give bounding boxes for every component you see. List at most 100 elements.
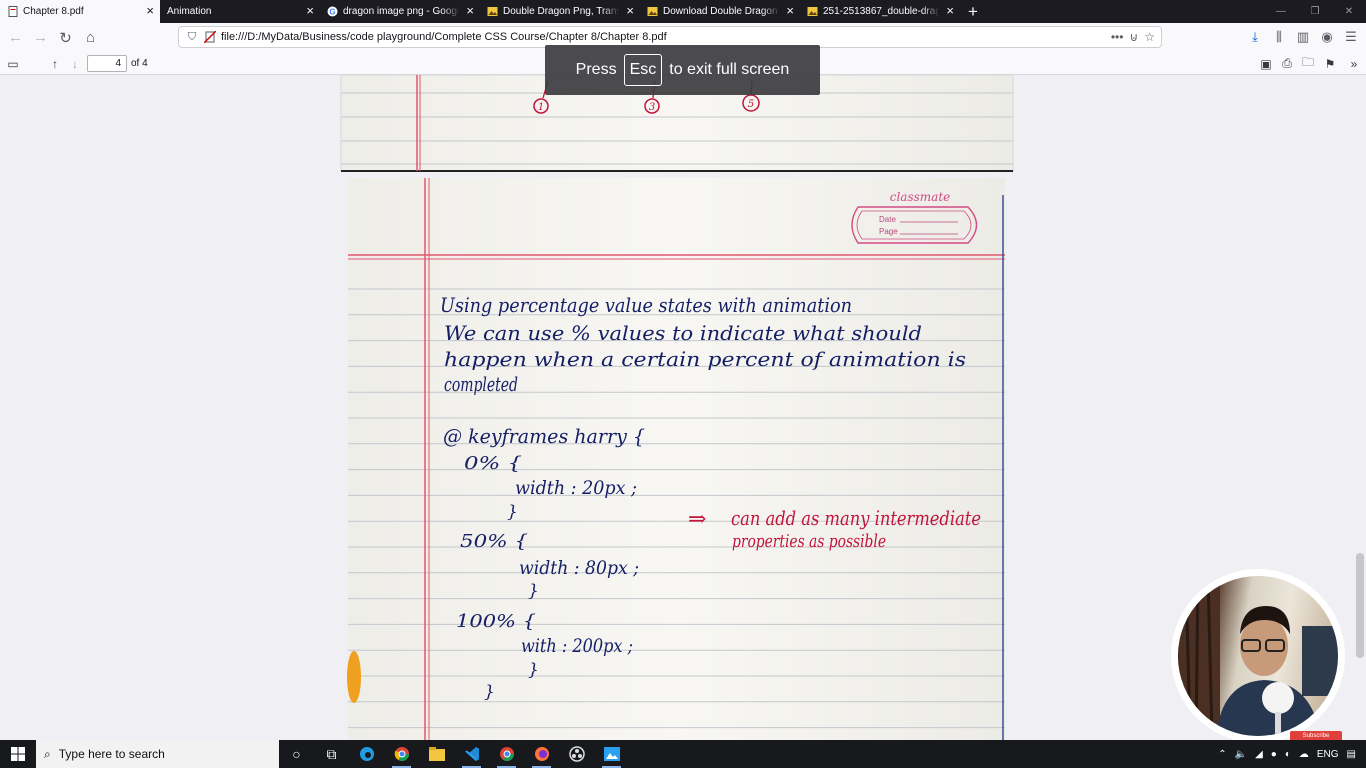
pdf-icon [7,6,18,17]
scrollbar-thumb[interactable] [1356,553,1364,658]
downloads-icon[interactable]: ⤓ [1244,26,1266,48]
close-window-icon[interactable]: ✕ [1332,0,1366,23]
minimize-icon[interactable]: — [1264,0,1298,23]
code-line: } [528,660,539,680]
close-tab-icon[interactable]: × [146,4,154,18]
toggle-sidebar-icon[interactable]: ▭ [4,55,22,72]
tab-dragon-image-google[interactable]: G dragon image png - Google Se × [320,0,480,23]
close-tab-icon[interactable]: × [786,4,794,18]
onedrive-icon[interactable]: ☁ [1295,749,1313,760]
restore-icon[interactable]: ❐ [1298,0,1332,23]
vscode-icon[interactable] [454,740,489,768]
language-indicator[interactable]: ENG [1313,749,1343,760]
tab-title: 251-2513867_double-dragon- [823,6,938,17]
tab-title: dragon image png - Google Se [343,6,458,17]
esc-key: Esc [623,54,663,86]
bookmark-star-icon[interactable]: ☆ [1144,30,1155,44]
close-tab-icon[interactable]: × [306,4,314,18]
shield-icon[interactable]: ⛉ [185,30,199,44]
svg-text:1: 1 [538,102,544,113]
search-placeholder: Type here to search [58,747,165,761]
window-controls: — ❐ ✕ [1264,0,1366,23]
webcam-overlay [1171,569,1345,743]
chrome-profile-icon[interactable] [489,740,524,768]
note-arrow: ⇒ [688,507,706,532]
pdf-viewer[interactable]: 1 3 5 classmate Date Page Using percenta… [0,75,1366,740]
presentation-mode-icon[interactable]: ▣ [1257,55,1275,72]
tab-animation[interactable]: Animation × [160,0,320,23]
pdf-pages: 1 3 5 classmate Date Page Using percenta… [340,75,1014,740]
url-text[interactable]: file:///D:/MyData/Business/code playgrou… [221,31,1111,43]
side-note-line: properties as possible [732,531,886,552]
taskbar-search-box[interactable]: ⌕ Type here to search [36,740,279,768]
svg-text:3: 3 [649,102,655,113]
microphone-icon[interactable]: ● [1267,749,1281,760]
edge-icon[interactable] [349,740,384,768]
side-note-line: can add as many intermediate [731,506,981,530]
chrome-icon[interactable] [384,740,419,768]
task-view-icon[interactable]: ⧉ [314,740,349,768]
wifi-icon[interactable]: ◢ [1251,749,1267,760]
tray-chevron-icon[interactable]: ⌃ [1214,749,1230,760]
fullscreen-notice: Press Esc to exit full screen [545,45,820,95]
reload-icon[interactable]: ↻ [54,26,77,49]
library-icon[interactable]: ⫼ [1268,26,1290,48]
firefox-icon[interactable] [524,740,559,768]
bookmark-icon[interactable]: ⚑ [1321,55,1339,72]
code-line: 100% { [456,611,536,632]
volume-icon[interactable]: 🔈 [1231,749,1251,760]
code-line: } [528,581,539,601]
page-number-input[interactable]: 4 [87,55,127,72]
code-line: 0% { [464,453,522,474]
new-tab-button[interactable]: + [960,0,986,23]
print-icon[interactable]: ⎙ [1278,55,1296,72]
close-tab-icon[interactable]: × [946,4,954,18]
page-count: of 4 [131,58,148,69]
tab-double-dragon-file[interactable]: 251-2513867_double-dragon- × [800,0,960,23]
next-page-icon[interactable]: ↓ [66,55,84,72]
notes-paragraph-line: We can use % values to indicate what sho… [444,321,922,345]
svg-text:5: 5 [748,99,754,110]
presenter-video [1178,576,1338,736]
page-actions-icon[interactable]: ••• [1111,30,1124,44]
notifications-icon[interactable]: ▤ [1343,749,1366,760]
tab-double-dragon-png[interactable]: Double Dragon Png, Transpare × [480,0,640,23]
notebook-page: classmate Date Page Using percentage val… [347,178,1005,740]
save-icon[interactable]: 🗀 [1299,55,1317,72]
image-icon [647,6,658,17]
pocket-icon[interactable]: ⊍ [1129,30,1138,44]
obs-icon[interactable] [559,740,594,768]
insecure-page-icon[interactable] [203,30,217,44]
tools-chevron-icon[interactable]: » [1345,55,1363,72]
file-explorer-icon[interactable] [419,740,454,768]
google-icon: G [327,6,338,17]
obs-tray-icon[interactable]: ◐ [1281,749,1295,760]
sidebar-icon[interactable]: ▥ [1292,26,1314,48]
windows-start-icon[interactable] [0,740,36,768]
tab-title: Animation [167,6,212,17]
cortana-icon[interactable]: ○ [279,740,314,768]
windows-taskbar: ⌕ Type here to search ○ ⧉ ⌃ 🔈 ◢ ● ◐ ☁ EN… [0,740,1366,768]
account-icon[interactable]: ◉ [1316,26,1338,48]
home-icon[interactable]: ⌂ [79,26,102,49]
code-line: @ keyframes harry { [443,424,645,448]
tab-download-double-dragon[interactable]: Download Double Dragon Png × [640,0,800,23]
photos-icon[interactable] [594,740,629,768]
code-line: } [484,682,495,702]
forward-icon[interactable]: → [29,26,52,49]
vertical-scrollbar[interactable] [1354,75,1366,740]
svg-text:G: G [329,8,335,17]
code-line: with : 200px ; [521,635,633,657]
tab-strip: Chapter 8.pdf × Animation × G dragon ima… [0,0,1366,23]
notes-paragraph-line: completed [444,372,518,396]
menu-icon[interactable]: ☰ [1340,26,1362,48]
back-icon[interactable]: ← [4,26,27,49]
code-line: width : 80px ; [519,557,639,579]
tab-chapter-8-pdf[interactable]: Chapter 8.pdf × [0,0,160,23]
image-icon [807,6,818,17]
close-tab-icon[interactable]: × [466,4,474,18]
search-icon: ⌕ [44,746,51,761]
close-tab-icon[interactable]: × [626,4,634,18]
tab-title: Download Double Dragon Png [663,6,778,17]
previous-page-icon[interactable]: ↑ [46,55,64,72]
